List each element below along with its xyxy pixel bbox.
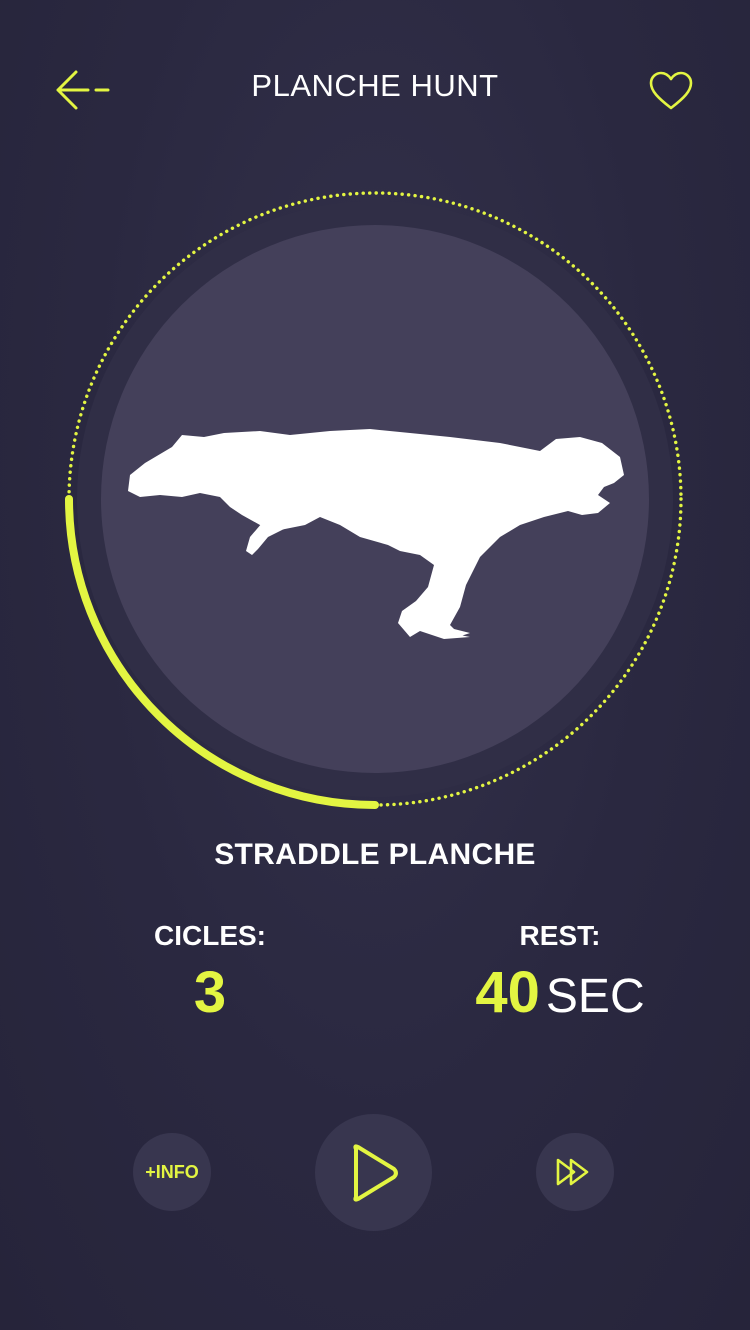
cicles-value: 3 (193, 960, 227, 1025)
favorite-button[interactable] (646, 68, 696, 114)
play-icon (352, 1143, 398, 1202)
exercise-name: STRADDLE PLANCHE (214, 838, 536, 871)
rest-value: 40 (475, 960, 540, 1025)
info-label: +INFO (145, 1161, 199, 1182)
heart-icon (649, 71, 693, 110)
top-bar: PLANCHE HUNT (0, 0, 750, 180)
page-title: PLANCHE HUNT (251, 68, 499, 103)
rest-stat: REST: 40 SEC (440, 920, 680, 1022)
play-button[interactable] (315, 1114, 432, 1231)
rest-label: REST: (519, 920, 601, 951)
cicles-label: CICLES: (154, 920, 266, 951)
info-button[interactable]: +INFO (133, 1133, 211, 1211)
fast-forward-icon (556, 1158, 589, 1186)
rest-unit: SEC (545, 970, 645, 1023)
exercise-image (120, 425, 630, 645)
straddle-planche-silhouette (128, 429, 624, 639)
skip-button[interactable] (536, 1133, 614, 1211)
cicles-stat: CICLES: 3 (110, 920, 310, 1022)
rest-value-line: 40 SEC (440, 964, 680, 1022)
